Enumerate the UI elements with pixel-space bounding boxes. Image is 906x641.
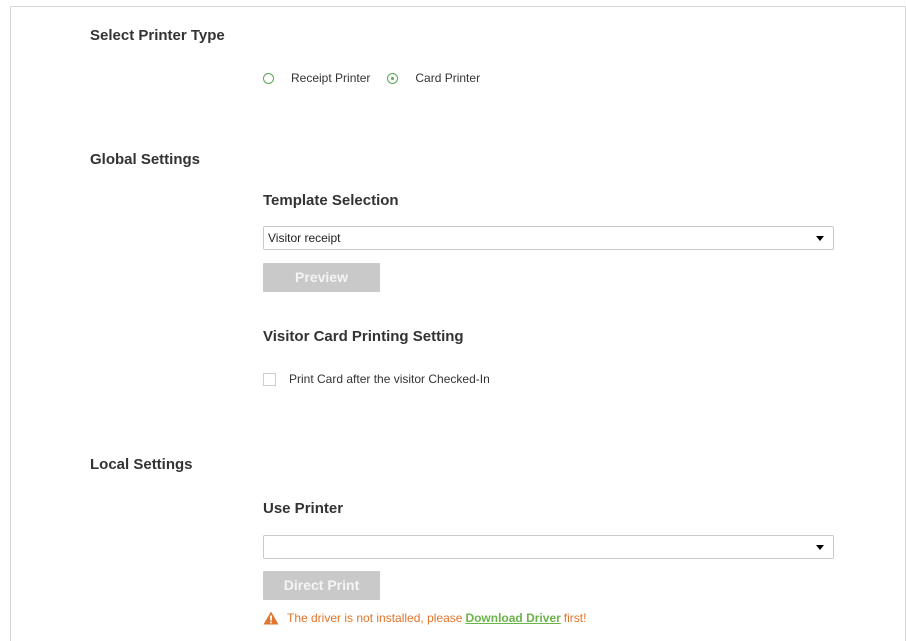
template-select-value: Visitor receipt [268, 231, 341, 245]
radio-card-printer-label[interactable]: Card Printer [415, 71, 480, 85]
radio-receipt-printer[interactable] [263, 72, 274, 84]
section-title-global-settings: Global Settings [90, 151, 201, 168]
section-title-local-settings: Local Settings [90, 456, 193, 473]
printer-settings-page: Select Printer Type Receipt Printer Card… [0, 0, 906, 641]
direct-print-button[interactable]: Direct Print [263, 571, 380, 600]
driver-warning: The driver is not installed, please Down… [263, 609, 586, 627]
panel-border-left [10, 6, 11, 641]
template-selection-title: Template Selection [263, 192, 399, 209]
preview-button[interactable]: Preview [263, 263, 380, 292]
download-driver-link[interactable]: Download Driver [465, 611, 560, 625]
visitor-card-printing-title: Visitor Card Printing Setting [263, 328, 464, 345]
section-title-printer-type: Select Printer Type [90, 27, 225, 44]
chevron-down-icon [816, 236, 824, 241]
printer-select[interactable] [263, 535, 834, 559]
use-printer-title: Use Printer [263, 500, 344, 517]
print-card-checkbox[interactable] [263, 372, 276, 386]
printer-type-radio-group: Receipt Printer Card Printer [263, 69, 497, 87]
panel-border-top [10, 6, 906, 7]
print-card-checkbox-row: Print Card after the visitor Checked-In [263, 371, 490, 387]
print-card-checkbox-label[interactable]: Print Card after the visitor Checked-In [289, 372, 490, 386]
template-select[interactable]: Visitor receipt [263, 226, 834, 250]
warning-triangle-icon [263, 611, 279, 625]
warning-text: The driver is not installed, please [287, 611, 463, 625]
radio-card-printer[interactable] [387, 72, 399, 84]
chevron-down-icon [816, 545, 824, 550]
warning-suffix: first! [563, 611, 587, 625]
radio-receipt-printer-label[interactable]: Receipt Printer [291, 71, 370, 85]
